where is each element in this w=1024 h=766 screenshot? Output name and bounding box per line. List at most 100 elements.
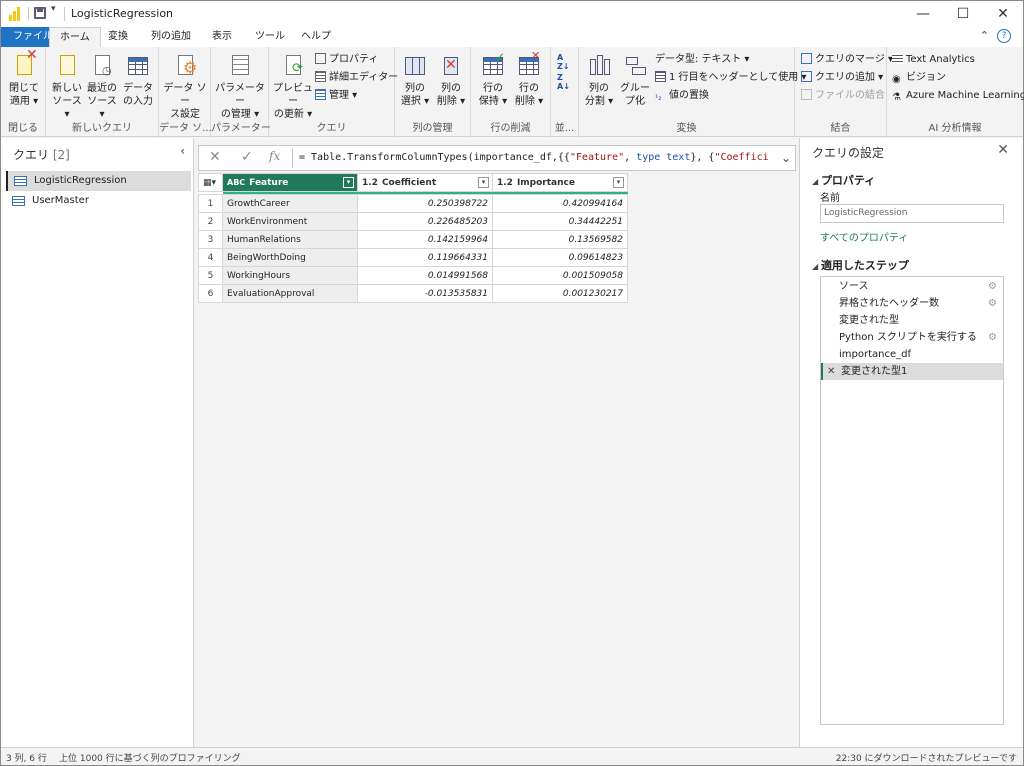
table-menu-icon[interactable]: ▦▾ bbox=[198, 173, 223, 192]
cell-importance[interactable]: 0.001509058 bbox=[492, 266, 628, 285]
cell-importance[interactable]: 0.09614823 bbox=[492, 248, 628, 267]
vision-button[interactable]: ◉ ビジョン bbox=[892, 71, 946, 86]
filter-dropdown-icon[interactable]: ▾ bbox=[478, 177, 489, 188]
step-item[interactable]: Python スクリプトを実行する ⚙ bbox=[821, 329, 1003, 346]
close-window-button[interactable]: ✕ bbox=[983, 1, 1023, 27]
cancel-formula-icon[interactable]: ✕ bbox=[209, 149, 221, 165]
confirm-formula-icon[interactable]: ✓ bbox=[241, 149, 253, 165]
cell-feature[interactable]: WorkEnvironment bbox=[222, 212, 358, 231]
step-item[interactable]: 変更された型 bbox=[821, 312, 1003, 329]
sort-ascending-icon[interactable]: A Z↓ bbox=[557, 53, 570, 71]
remove-rows-icon: ✕ bbox=[517, 49, 541, 79]
cell-feature[interactable]: BeingWorthDoing bbox=[222, 248, 358, 267]
append-queries-button[interactable]: クエリの追加 ▾ bbox=[801, 71, 883, 85]
help-icon[interactable]: ? bbox=[997, 29, 1011, 43]
cell-importance[interactable]: 0.34442251 bbox=[492, 212, 628, 231]
table-row: 6 EvaluationApproval -0.013535831 0.0012… bbox=[198, 284, 628, 303]
query-name-input[interactable]: LogisticRegression bbox=[820, 204, 1004, 223]
cell-coefficient[interactable]: 0.250398722 bbox=[357, 194, 493, 213]
data-source-settings-button[interactable]: ⚙ データ ソー ス設定 bbox=[161, 53, 209, 121]
filter-dropdown-icon[interactable]: ▾ bbox=[343, 177, 354, 188]
delete-step-icon[interactable]: ✕ bbox=[827, 363, 835, 380]
cell-importance[interactable]: 0.13569582 bbox=[492, 230, 628, 249]
maximize-button[interactable]: ☐ bbox=[943, 1, 983, 27]
cell-coefficient[interactable]: 0.142159964 bbox=[357, 230, 493, 249]
collapse-ribbon-icon[interactable]: ⌃ bbox=[980, 29, 989, 42]
step-item[interactable]: ✕ 変更された型1 bbox=[821, 363, 1003, 380]
quick-access-dropdown-icon[interactable]: ▾ bbox=[51, 4, 56, 14]
name-label: 名前 bbox=[820, 193, 840, 204]
refresh-preview-button[interactable]: ⟳ プレビュー の更新 ▾ bbox=[271, 53, 315, 121]
merge-queries-button[interactable]: クエリのマージ ▾ bbox=[801, 53, 893, 67]
tab-transform[interactable]: 変換 bbox=[98, 27, 138, 47]
step-settings-icon[interactable]: ⚙ bbox=[988, 278, 997, 295]
close-apply-button[interactable]: ✕ 閉じて 適用 ▾ bbox=[6, 48, 42, 108]
text-analytics-button[interactable]: Text Analytics bbox=[892, 53, 975, 67]
cell-feature[interactable]: HumanRelations bbox=[222, 230, 358, 249]
step-settings-icon[interactable]: ⚙ bbox=[988, 295, 997, 312]
applied-steps-title[interactable]: 適用したステップ bbox=[812, 257, 909, 273]
status-profiling[interactable]: 上位 1000 行に基づく列のプロファイリング bbox=[59, 751, 241, 764]
manage-parameters-button[interactable]: パラメーター の管理 ▾ bbox=[213, 53, 267, 121]
ribbon-group-parameters: パラメーター の管理 ▾ パラメーター bbox=[211, 47, 271, 137]
tab-tools[interactable]: ツール bbox=[245, 27, 295, 47]
cell-importance[interactable]: 0.420994164 bbox=[492, 194, 628, 213]
step-settings-icon[interactable]: ⚙ bbox=[988, 329, 997, 346]
append-queries-icon bbox=[801, 71, 812, 82]
choose-columns-button[interactable]: 列の 選択 ▾ bbox=[397, 53, 433, 108]
sort-descending-icon[interactable]: Z A↓ bbox=[557, 73, 570, 91]
expand-formula-icon[interactable]: ⌄ bbox=[781, 151, 791, 165]
ribbon-group-manage-columns: 列の 選択 ▾ ✕ 列の 削除 ▾ 列の管理 bbox=[395, 47, 471, 137]
cell-coefficient[interactable]: 0.119664331 bbox=[357, 248, 493, 267]
azure-ml-icon: ⚗ bbox=[892, 92, 901, 103]
split-column-button[interactable]: 列の 分割 ▾ bbox=[581, 53, 617, 108]
remove-columns-button[interactable]: ✕ 列の 削除 ▾ bbox=[433, 53, 469, 108]
save-icon[interactable] bbox=[34, 7, 46, 19]
recent-sources-button[interactable]: ◷ 最近の ソース ▾ bbox=[84, 53, 120, 121]
cell-feature[interactable]: GrowthCareer bbox=[222, 194, 358, 213]
minimize-button[interactable]: — bbox=[903, 1, 943, 27]
cell-feature[interactable]: EvaluationApproval bbox=[222, 284, 358, 303]
combine-files-button[interactable]: ファイルの結合 bbox=[801, 89, 885, 103]
enter-data-button[interactable]: データ の入力 bbox=[120, 53, 156, 108]
query-settings-title: クエリの設定 bbox=[812, 146, 885, 160]
collapse-pane-icon[interactable]: ‹ bbox=[180, 144, 185, 158]
new-source-button[interactable]: 新しい ソース ▾ bbox=[50, 53, 84, 121]
query-item[interactable]: LogisticRegression bbox=[6, 171, 191, 191]
replace-values-button[interactable]: ¹₂ 値の置換 bbox=[655, 89, 709, 103]
query-item[interactable]: UserMaster bbox=[6, 191, 191, 211]
data-type-dropdown[interactable]: データ型: テキスト ▾ bbox=[655, 53, 749, 67]
tab-help[interactable]: ヘルプ bbox=[291, 27, 341, 47]
remove-rows-button[interactable]: ✕ 行の 削除 ▾ bbox=[511, 49, 547, 108]
cell-coefficient[interactable]: -0.013535831 bbox=[357, 284, 493, 303]
tab-add-column[interactable]: 列の追加 bbox=[141, 27, 201, 47]
step-item[interactable]: ソース ⚙ bbox=[821, 278, 1003, 295]
column-header-coefficient[interactable]: 1.2 Coefficient ▾ bbox=[357, 173, 493, 192]
close-pane-icon[interactable]: ✕ bbox=[997, 142, 1009, 158]
manage-button[interactable]: 管理 ▾ bbox=[315, 89, 357, 103]
table-icon bbox=[14, 176, 27, 186]
step-item[interactable]: importance_df bbox=[821, 346, 1003, 363]
cell-coefficient[interactable]: 0.014991568 bbox=[357, 266, 493, 285]
step-item[interactable]: 昇格されたヘッダー数 ⚙ bbox=[821, 295, 1003, 312]
use-first-row-as-headers-button[interactable]: 1 行目をヘッダーとして使用 ▾ bbox=[655, 71, 806, 85]
group-label: 行の削減 bbox=[490, 123, 531, 134]
group-by-button[interactable]: グルー プ化 bbox=[617, 53, 653, 108]
cell-feature[interactable]: WorkingHours bbox=[222, 266, 358, 285]
tab-home[interactable]: ホーム bbox=[49, 27, 101, 47]
column-header-feature[interactable]: ABC Feature ▾ bbox=[222, 173, 358, 192]
fx-icon[interactable]: fx bbox=[269, 149, 280, 163]
table-row: 3 HumanRelations 0.142159964 0.13569582 bbox=[198, 230, 628, 249]
column-header-importance[interactable]: 1.2 Importance ▾ bbox=[492, 173, 628, 192]
properties-button[interactable]: プロパティ bbox=[315, 53, 378, 67]
tab-view[interactable]: 表示 bbox=[202, 27, 242, 47]
cell-importance[interactable]: 0.001230217 bbox=[492, 284, 628, 303]
advanced-editor-button[interactable]: 詳細エディター bbox=[315, 71, 398, 85]
azure-ml-button[interactable]: ⚗ Azure Machine Learning bbox=[892, 89, 1024, 104]
cell-coefficient[interactable]: 0.226485203 bbox=[357, 212, 493, 231]
all-properties-link[interactable]: すべてのプロパティ bbox=[820, 229, 908, 244]
keep-rows-button[interactable]: ✓ 行の 保持 ▾ bbox=[475, 51, 511, 108]
properties-section-title[interactable]: プロパティ bbox=[812, 172, 875, 188]
filter-dropdown-icon[interactable]: ▾ bbox=[613, 177, 624, 188]
formula-input[interactable]: = Table.TransformColumnTypes(importance_… bbox=[299, 152, 769, 163]
